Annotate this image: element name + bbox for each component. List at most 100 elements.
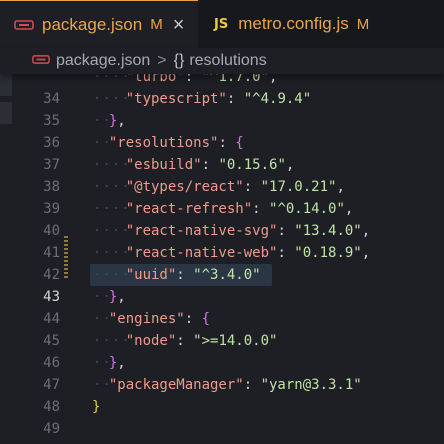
comma: , [361, 245, 371, 261]
code-text: }, [109, 352, 126, 374]
colon: : [252, 201, 270, 217]
json-string-value: "^3.4.0" [193, 267, 261, 283]
code-text: }, [109, 110, 126, 132]
modified-badge: M [356, 15, 370, 33]
colon: : [277, 223, 295, 239]
line-number: 49 [43, 421, 60, 437]
breadcrumb-separator: > [157, 52, 167, 69]
colon: : [184, 311, 202, 327]
tab-package-json[interactable]: package.json M × [0, 0, 198, 48]
colon: : [218, 135, 236, 151]
colon: : [243, 179, 261, 195]
line-number: 44 [43, 311, 60, 327]
code-text: "react-refresh": "^0.14.0", [126, 198, 354, 220]
code-area[interactable]: ···· "turbo": "^1.7.0", 34 ···· "typescript"… [0, 69, 444, 444]
breadcrumb-symbol[interactable]: resolutions [189, 52, 266, 70]
tab-label: metro.config.js [238, 14, 349, 33]
json-string-value: "0.18.9" [294, 245, 362, 261]
json-string-value: "17.0.21" [260, 179, 337, 195]
json-string-value: ">=14.0.0" [193, 333, 278, 349]
code-line[interactable]: 42 ···· "uuid": "^3.4.0" [0, 264, 444, 286]
code-line[interactable]: 49 [0, 418, 444, 440]
line-number: 37 [43, 157, 60, 173]
code-line[interactable]: 48} [0, 396, 444, 418]
code-line[interactable]: 37 ···· "esbuild": "0.15.6", [0, 154, 444, 176]
comma: , [117, 289, 126, 305]
javascript-file-icon: JS [214, 16, 229, 32]
comma: , [117, 355, 126, 371]
json-string-value: "^0.14.0" [269, 201, 345, 217]
open-brace: { [235, 135, 244, 151]
tab-bar: package.json M × JS metro.config.js M [0, 0, 444, 48]
close-icon[interactable]: × [173, 15, 185, 35]
code-line[interactable]: 40 ···· "react-native-svg": "13.4.0", [0, 220, 444, 242]
colon: : [201, 157, 219, 173]
comma: , [117, 113, 126, 129]
json-key: "react-refresh" [125, 201, 253, 217]
code-line[interactable]: 46 ··}, [0, 352, 444, 374]
code-line[interactable]: 39 ···· "react-refresh": "^0.14.0", [0, 198, 444, 220]
code-text: "esbuild": "0.15.6", [126, 154, 295, 176]
modified-badge: M [150, 16, 163, 33]
json-string-value: "0.15.6" [218, 157, 286, 173]
code-line[interactable]: 35 ··}, [0, 110, 444, 132]
line-number: 42 [43, 267, 60, 283]
code-text: "engines": { [109, 308, 210, 330]
line-number: 36 [43, 135, 60, 151]
code-line[interactable]: 36 ·· "resolutions": { [0, 132, 444, 154]
json-key: "react-native-svg" [125, 223, 278, 239]
line-number: 34 [43, 91, 60, 107]
breadcrumb: package.json > {} resolutions [0, 48, 444, 74]
code-text: } [92, 396, 100, 418]
colon: : [176, 267, 194, 283]
code-text: "@types/react": "17.0.21", [126, 176, 345, 198]
json-key: "typescript" [125, 91, 227, 107]
open-brace: { [201, 311, 211, 327]
code-line[interactable]: 47 ·· "packageManager": "yarn@3.3.1" [0, 374, 444, 396]
line-number: 35 [43, 113, 60, 129]
json-string-value: "13.4.0" [294, 223, 362, 239]
line-number: 39 [43, 201, 60, 217]
breadcrumb-file[interactable]: package.json [56, 52, 150, 70]
json-key: "uuid" [125, 267, 177, 283]
code-line[interactable]: 45 ···· "node": ">=14.0.0" [0, 330, 444, 352]
line-number: 48 [43, 399, 60, 415]
code-text: }, [109, 286, 126, 308]
line-number: 43 [43, 289, 60, 305]
json-file-icon [32, 52, 50, 70]
comma: , [361, 223, 371, 239]
colon: : [226, 91, 244, 107]
json-string-value: "^4.9.4" [243, 91, 312, 107]
code-line[interactable]: 38 ···· "@types/react": "17.0.21", [0, 176, 444, 198]
json-key: "node" [125, 333, 177, 349]
json-string-value: "yarn@3.3.1" [260, 377, 362, 393]
line-number: 40 [43, 223, 60, 239]
code-text: "resolutions": { [109, 132, 244, 154]
object-symbol-icon: {} [173, 52, 185, 69]
close-brace: } [92, 399, 101, 415]
json-key: "@types/react" [125, 179, 244, 195]
line-number: 41 [43, 245, 60, 261]
json-key: "esbuild" [125, 157, 202, 173]
code-line[interactable]: 34 ···· "typescript": "^4.9.4" [0, 88, 444, 110]
colon: : [176, 333, 194, 349]
colon: : [243, 377, 261, 393]
code-line[interactable]: 41 ···· "react-native-web": "0.18.9", [0, 242, 444, 264]
json-file-icon [14, 19, 34, 31]
code-text: "typescript": "^4.9.4" [126, 88, 311, 110]
code-text: "react-native-svg": "13.4.0", [126, 220, 370, 242]
json-key: "packageManager" [108, 377, 244, 393]
code-text: "node": ">=14.0.0" [126, 330, 278, 352]
tab-metro-config-js[interactable]: JS metro.config.js M [198, 0, 444, 48]
code-line[interactable]: 43 ··}, [0, 286, 444, 308]
line-number: 46 [43, 355, 60, 371]
comma: , [336, 179, 345, 195]
comma: , [285, 157, 295, 173]
line-number: 47 [43, 377, 60, 393]
code-text: "react-native-web": "0.18.9", [126, 242, 370, 264]
comma: , [344, 201, 354, 217]
json-key: "engines" [108, 311, 185, 327]
json-key: "react-native-web" [125, 245, 278, 261]
colon: : [277, 245, 295, 261]
code-line[interactable]: 44 ·· "engines": { [0, 308, 444, 330]
